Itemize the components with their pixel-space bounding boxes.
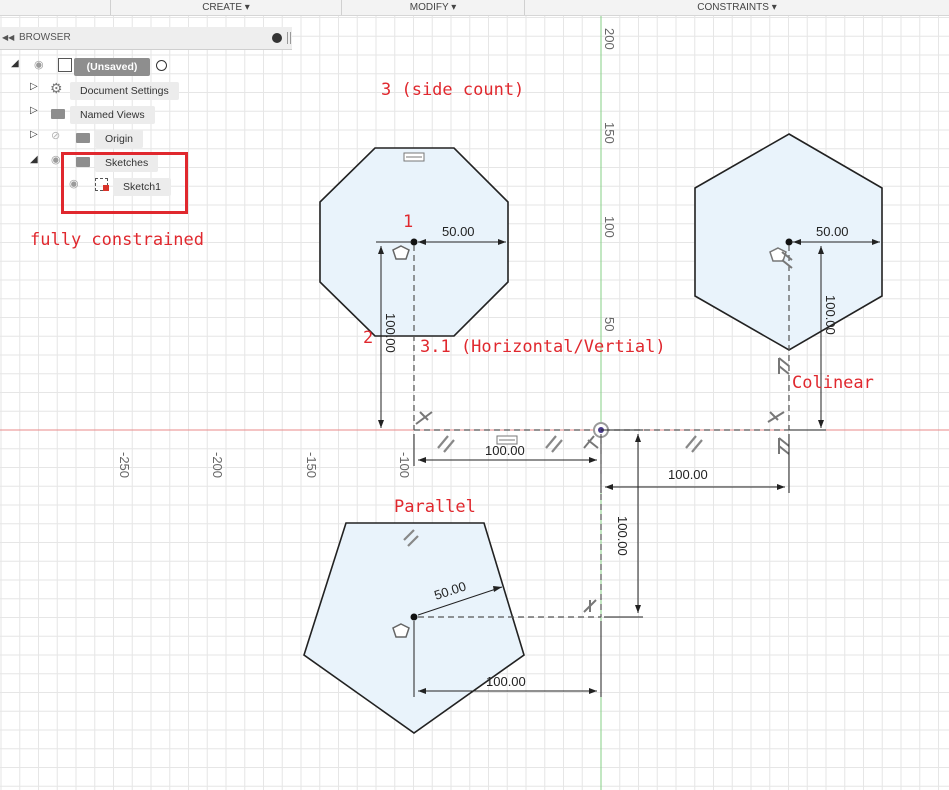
hexagon-offset-dimension[interactable]: 100.00 bbox=[668, 467, 708, 482]
parallel-constraint-icon[interactable] bbox=[545, 435, 563, 453]
pentagon-offset-dimension[interactable]: 100.00 bbox=[486, 674, 526, 689]
folder-icon bbox=[76, 133, 90, 143]
y-tick-label: 100 bbox=[602, 216, 617, 238]
annotation-horizontal-vertical: 3.1 (Horizontal/Vertial) bbox=[420, 337, 666, 357]
y-tick-label: 200 bbox=[602, 28, 617, 50]
root-component-label[interactable]: (Unsaved) bbox=[74, 58, 150, 76]
browser-item-label: Document Settings bbox=[70, 82, 179, 100]
arrowhead bbox=[635, 434, 641, 442]
browser-item-document-settings[interactable]: ▷ ⚙ Document Settings bbox=[0, 80, 292, 100]
x-tick-label: -100 bbox=[397, 452, 412, 478]
browser-title: BROWSER bbox=[19, 32, 71, 43]
hidden-eye-icon[interactable]: ⊘ bbox=[51, 129, 60, 142]
annotation-fully-constrained: fully constrained bbox=[30, 230, 204, 250]
parallel-constraint-icon[interactable] bbox=[437, 435, 455, 453]
horizontal-constraint-icon[interactable] bbox=[403, 152, 425, 162]
annotation-side-count: 3 (side count) bbox=[381, 80, 525, 100]
modify-menu-button[interactable]: MODIFY ▾ bbox=[342, 0, 524, 15]
create-menu-button[interactable]: CREATE ▾ bbox=[110, 0, 342, 15]
annotation-point-2: 2 bbox=[363, 328, 374, 348]
annotation-point-1: 1 bbox=[403, 212, 414, 232]
arrowhead bbox=[635, 605, 641, 613]
horizontal-constraint-icon[interactable] bbox=[496, 435, 518, 445]
y-tick-label: 50 bbox=[602, 317, 617, 331]
collapse-triangle-icon[interactable]: ◢ bbox=[11, 58, 19, 69]
hexagon-radius-dimension[interactable]: 50.00 bbox=[816, 224, 849, 239]
expand-triangle-icon[interactable]: ▷ bbox=[30, 105, 38, 116]
octagon-height-dimension[interactable]: 100.00 bbox=[383, 313, 398, 353]
perpendicular-constraint-icon[interactable] bbox=[583, 435, 599, 449]
component-icon bbox=[58, 58, 72, 72]
gear-icon: ⚙ bbox=[50, 80, 63, 96]
constraints-menu-button[interactable]: CONSTRAINTS ▾ bbox=[525, 0, 949, 15]
arrowhead bbox=[818, 420, 824, 428]
x-tick-label: -150 bbox=[304, 452, 319, 478]
highlight-box bbox=[61, 152, 188, 214]
hexagon-height-dimension[interactable]: 100.00 bbox=[823, 295, 838, 335]
y-tick-label: 150 bbox=[602, 122, 617, 144]
panel-grip-icon[interactable] bbox=[287, 32, 291, 44]
browser-item-label: Origin bbox=[95, 130, 144, 148]
collinear-constraint-icon[interactable] bbox=[778, 437, 790, 455]
x-tick-label: -250 bbox=[117, 452, 132, 478]
browser-item-origin[interactable]: ▷ ⊘ Origin bbox=[0, 129, 292, 148]
perpendicular-constraint-icon[interactable] bbox=[583, 599, 597, 613]
arrowhead bbox=[777, 484, 785, 490]
minimize-icon[interactable] bbox=[272, 33, 282, 43]
annotation-colinear: Colinear bbox=[792, 373, 874, 393]
expand-triangle-icon[interactable]: ▷ bbox=[30, 81, 38, 92]
collapse-arrows-icon[interactable]: ◀◀ bbox=[2, 27, 14, 49]
x-tick-label: -200 bbox=[210, 452, 225, 478]
expand-triangle-icon[interactable]: ▷ bbox=[30, 129, 38, 140]
arrowhead bbox=[418, 457, 426, 463]
pentagon-depth-dimension[interactable]: 100.00 bbox=[615, 516, 630, 556]
collinear-constraint-icon[interactable] bbox=[778, 357, 790, 375]
octagon-offset-dimension[interactable]: 100.00 bbox=[485, 443, 525, 458]
arrowhead bbox=[605, 484, 613, 490]
arrowhead bbox=[589, 688, 597, 694]
pentagon-center-point[interactable] bbox=[410, 613, 418, 621]
browser-root-item[interactable]: ◢ ◉ (Unsaved) bbox=[0, 57, 292, 76]
visibility-eye-icon[interactable]: ◉ bbox=[51, 153, 61, 166]
arrowhead bbox=[589, 457, 597, 463]
visibility-eye-icon[interactable]: ◉ bbox=[34, 58, 44, 71]
folder-icon bbox=[51, 109, 65, 119]
activate-radio-icon[interactable] bbox=[156, 60, 167, 71]
top-toolbar: CREATE ▾ MODIFY ▾ CONSTRAINTS ▾ bbox=[0, 0, 949, 16]
perpendicular-constraint-icon[interactable] bbox=[767, 411, 785, 423]
octagon-radius-dimension[interactable]: 50.00 bbox=[442, 224, 475, 239]
perpendicular-constraint-icon[interactable] bbox=[415, 411, 433, 425]
parallel-constraint-icon[interactable] bbox=[685, 435, 703, 453]
browser-panel-header[interactable]: ◀◀ BROWSER bbox=[0, 27, 292, 50]
annotation-parallel: Parallel bbox=[394, 497, 476, 517]
browser-item-named-views[interactable]: ▷ Named Views bbox=[0, 105, 292, 124]
browser-item-label: Named Views bbox=[70, 106, 155, 124]
collapse-triangle-icon[interactable]: ◢ bbox=[30, 154, 38, 165]
arrowhead bbox=[378, 420, 384, 428]
